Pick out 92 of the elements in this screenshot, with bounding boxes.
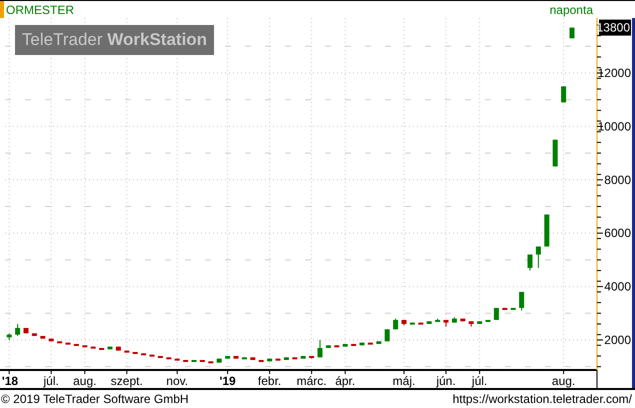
candle [494,307,499,320]
candle [351,343,356,346]
x-axis-label: febr. [258,374,282,388]
candle [57,340,62,344]
candle [360,342,364,346]
candle [242,356,247,360]
candle [40,335,46,340]
candle [502,307,508,310]
candle [141,352,146,356]
candle [334,344,340,348]
y-axis-label: 10000 [598,119,631,134]
x-axis-label: '19 [220,374,236,388]
candle [460,318,466,322]
x-axis-label: szept. [110,374,143,388]
candle [444,319,448,328]
candle [393,318,398,330]
symbol-label: ORMESTER [6,2,76,16]
candle [276,358,280,361]
watermark-logo: TeleTrader WorkStation [15,25,214,55]
candle [200,360,205,362]
candle [183,360,188,362]
x-axis-label: aug. [73,374,96,388]
candle [570,27,574,39]
url-text: https://workstation.teletrader.com/ [452,392,632,406]
candle [234,355,238,360]
candle [309,355,314,360]
candle [528,254,532,272]
candle [99,347,104,350]
candle [174,358,180,361]
candle [250,356,256,360]
interval-label: naponta [550,2,593,16]
candle [15,323,20,336]
candle [150,354,154,357]
candle [486,319,490,322]
candle [435,318,440,322]
candle [342,343,348,348]
candle [318,339,322,358]
candle [66,342,70,345]
candle [368,342,373,345]
candle [376,340,382,344]
x-axis-label: aug. [552,374,576,388]
candle [132,351,138,354]
candle [292,356,298,360]
x-axis-label: ápr. [335,374,356,388]
candle [452,316,457,324]
candle [192,360,196,362]
candle [284,356,289,360]
candle [108,346,112,350]
candle [384,328,390,342]
candle [519,291,524,312]
candle [90,346,96,349]
x-axis-label: márc. [296,374,327,388]
candle [116,346,121,352]
x-axis-label: júl. [44,374,59,388]
y-axis-label: 4000 [604,280,631,294]
y-axis-label: 12000 [598,66,631,80]
x-axis-label: nov. [166,374,188,388]
y-axis-label: 6000 [604,226,631,240]
copyright-text: © 2019 TeleTrader Software GmbH [1,392,189,406]
candle [510,307,516,310]
candle [216,358,222,364]
x-axis-label: jún. [436,374,456,388]
candle [402,319,406,326]
x-axis-label: máj. [392,374,416,388]
candle [32,332,37,336]
y-axis-label: 8000 [604,172,631,187]
candle [552,139,558,167]
candle [208,360,214,364]
candle [166,356,172,360]
candle [477,320,482,324]
candle [258,360,264,362]
x-axis-label: '18 [2,374,18,388]
y-axis-label: 2000 [604,332,631,347]
candle [426,320,432,324]
candle [6,332,12,340]
candle [536,246,541,268]
candle [410,322,415,325]
candle [418,322,424,325]
candle [24,327,28,334]
x-axis-label: júl. [472,374,488,388]
candle [326,344,331,348]
candle [267,358,272,362]
candle [74,343,79,346]
candle [82,344,88,348]
candle [300,355,306,360]
candle [48,338,54,342]
candle [225,355,230,360]
candle [124,350,130,353]
candle [561,86,566,103]
candle [158,355,163,358]
candle [544,214,550,248]
candle [468,320,474,328]
